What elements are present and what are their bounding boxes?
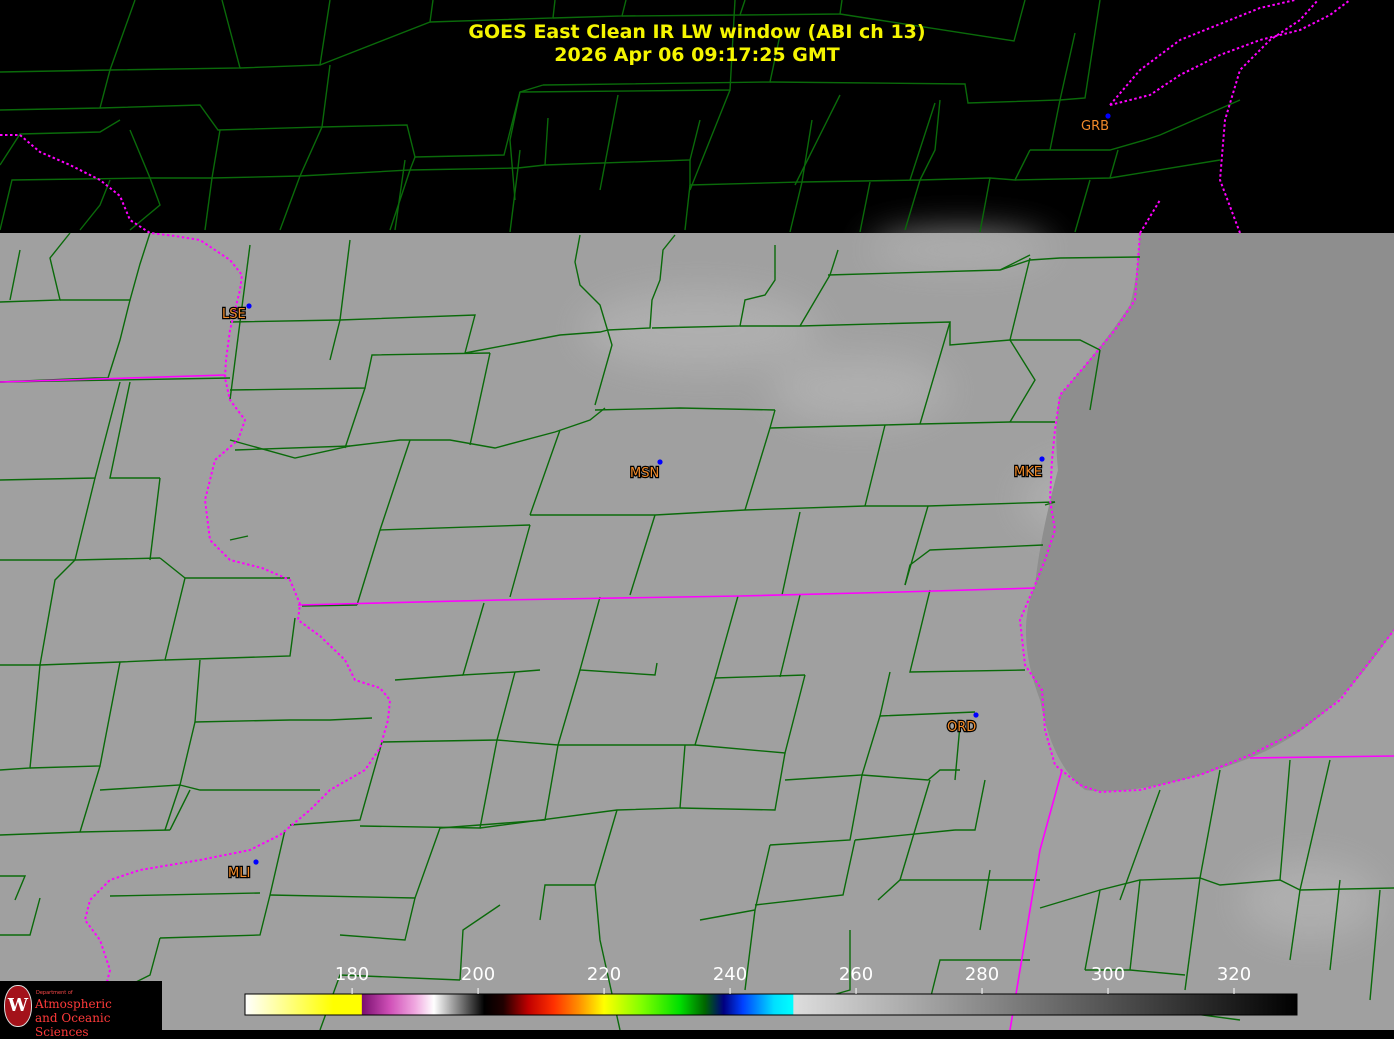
svg-text:LSE: LSE <box>222 307 246 322</box>
colorbar-tick-label: 320 <box>1217 964 1251 985</box>
colorbar-fill <box>244 993 1298 1016</box>
map-title: GOES East Clean IR LW window (ABI ch 13) <box>468 21 926 43</box>
colorbar-tick-label: 280 <box>965 964 999 985</box>
logo-line2: and Oceanic Sciences <box>35 1011 111 1039</box>
colorbar-tick-label: 180 <box>335 964 369 985</box>
map-timestamp: 2026 Apr 06 09:17:25 GMT <box>554 44 840 66</box>
colorbar-tick-label: 240 <box>713 964 747 985</box>
logo-line1: Atmospheric <box>35 997 112 1011</box>
colorbar-tick-label: 260 <box>839 964 873 985</box>
aos-logo: W Department of Atmospheric and Oceanic … <box>0 981 162 1039</box>
colorbar-tick-label: 220 <box>587 964 621 985</box>
svg-text:GRB: GRB <box>1081 119 1109 134</box>
logo-dept: Department of <box>36 990 73 996</box>
satellite-ir-map: GRB LSE MSN MKE ORD MLI 180 200 220 240 260 2… <box>0 0 1394 1030</box>
colorbar-tick-label: 200 <box>461 964 495 985</box>
svg-text:MLI: MLI <box>228 866 250 881</box>
colorbar-tick-label: 300 <box>1091 964 1125 985</box>
svg-text:MSN: MSN <box>630 466 659 481</box>
svg-text:MKE: MKE <box>1014 465 1042 480</box>
uw-crest-icon: W <box>4 985 32 1027</box>
svg-text:ORD: ORD <box>947 720 976 735</box>
